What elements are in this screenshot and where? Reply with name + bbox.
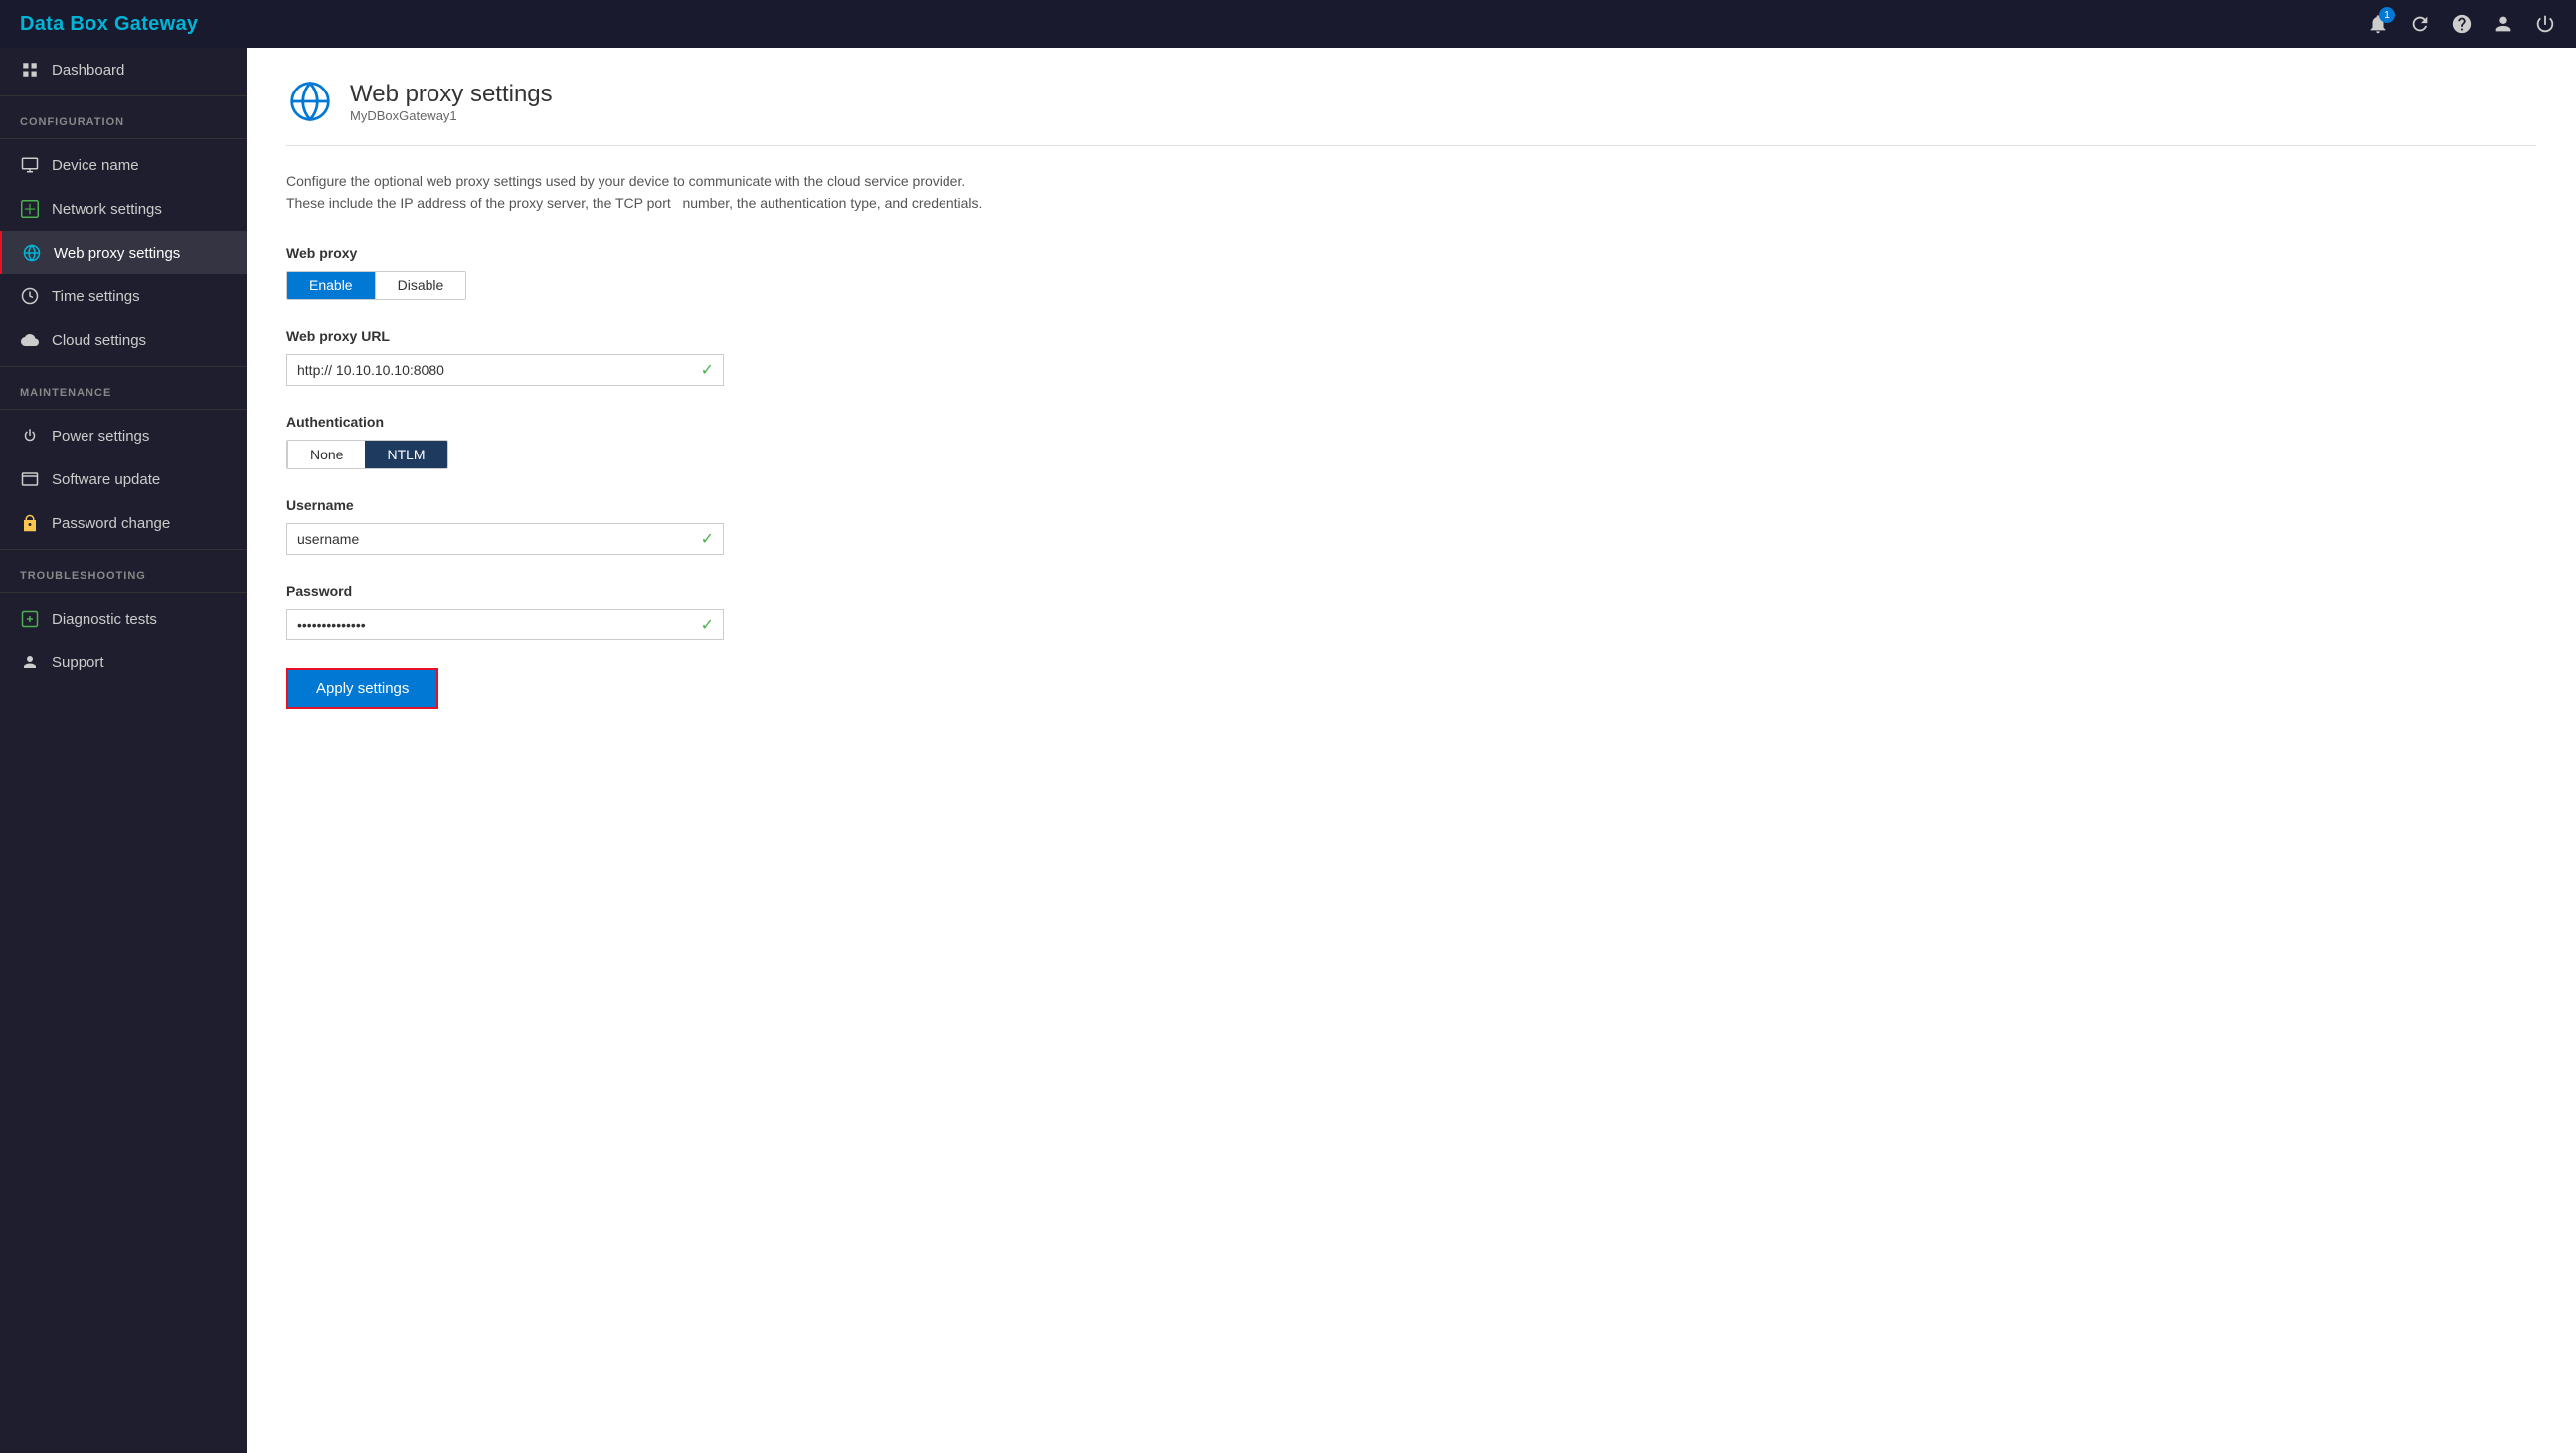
trouble-section-label: TROUBLESHOOTING xyxy=(0,554,247,588)
apply-section: Apply settings xyxy=(286,668,2536,709)
web-proxy-section: Web proxy Enable Disable xyxy=(286,245,2536,300)
content-area: Web proxy settings MyDBoxGateway1 Config… xyxy=(247,48,2576,1453)
sidebar-item-time-settings[interactable]: Time settings xyxy=(0,274,247,318)
sidebar-item-diagnostic-tests[interactable]: Diagnostic tests xyxy=(0,597,247,640)
authentication-section: Authentication None NTLM xyxy=(286,414,2536,469)
sidebar-item-password-change[interactable]: Password change xyxy=(0,501,247,545)
username-check-icon: ✓ xyxy=(701,529,714,549)
page-header-text: Web proxy settings MyDBoxGateway1 xyxy=(350,81,553,123)
maint-divider2 xyxy=(0,409,247,410)
password-input-wrapper: ✓ xyxy=(286,609,724,640)
app-title: Data Box Gateway xyxy=(20,13,198,36)
web-proxy-url-section: Web proxy URL ✓ xyxy=(286,328,2536,386)
password-check-icon: ✓ xyxy=(701,615,714,635)
authentication-toggle: None NTLM xyxy=(286,440,448,469)
dashboard-icon xyxy=(20,60,40,80)
trouble-divider2 xyxy=(0,592,247,593)
web-proxy-url-input-wrapper: ✓ xyxy=(286,354,724,386)
sidebar-item-cloud-settings[interactable]: Cloud settings xyxy=(0,318,247,362)
page-description: Configure the optional web proxy setting… xyxy=(286,170,1082,215)
username-input[interactable] xyxy=(286,523,724,555)
web-proxy-url-input[interactable] xyxy=(286,354,724,386)
support-icon xyxy=(20,652,40,672)
device-name-icon xyxy=(20,155,40,175)
topbar-icons: 1 xyxy=(2367,13,2556,35)
refresh-icon[interactable] xyxy=(2409,13,2431,35)
ntlm-button[interactable]: NTLM xyxy=(365,441,446,468)
config-divider2 xyxy=(0,138,247,139)
main-layout: Dashboard CONFIGURATION Device name Netw… xyxy=(0,48,2576,1453)
authentication-label: Authentication xyxy=(286,414,2536,430)
trouble-divider xyxy=(0,549,247,550)
time-icon xyxy=(20,286,40,306)
sidebar-item-support[interactable]: Support xyxy=(0,640,247,684)
sidebar-item-dashboard[interactable]: Dashboard xyxy=(0,48,247,91)
password-section: Password ✓ xyxy=(286,583,2536,640)
cloud-icon xyxy=(20,330,40,350)
sidebar-item-network-settings[interactable]: Network settings xyxy=(0,187,247,231)
page-icon xyxy=(286,78,334,125)
web-proxy-label: Web proxy xyxy=(286,245,2536,261)
network-icon xyxy=(20,199,40,219)
notification-icon[interactable]: 1 xyxy=(2367,13,2389,35)
web-proxy-icon xyxy=(22,243,42,263)
page-title: Web proxy settings xyxy=(350,81,553,108)
password-label: Password xyxy=(286,583,2536,599)
topbar: Data Box Gateway 1 xyxy=(0,0,2576,48)
maint-divider xyxy=(0,366,247,367)
power-icon[interactable] xyxy=(2534,13,2556,35)
username-input-wrapper: ✓ xyxy=(286,523,724,555)
password-input[interactable] xyxy=(286,609,724,640)
apply-settings-button[interactable]: Apply settings xyxy=(286,668,438,709)
page-header: Web proxy settings MyDBoxGateway1 xyxy=(286,78,2536,146)
sidebar-item-power-settings[interactable]: Power settings xyxy=(0,414,247,457)
sidebar: Dashboard CONFIGURATION Device name Netw… xyxy=(0,48,247,1453)
disable-button[interactable]: Disable xyxy=(375,272,466,299)
web-proxy-toggle: Enable Disable xyxy=(286,271,466,300)
password-icon xyxy=(20,513,40,533)
software-update-icon xyxy=(20,469,40,489)
sidebar-item-software-update[interactable]: Software update xyxy=(0,457,247,501)
url-check-icon: ✓ xyxy=(701,360,714,380)
config-section-label: CONFIGURATION xyxy=(0,100,247,134)
maint-section-label: MAINTENANCE xyxy=(0,371,247,405)
notification-badge: 1 xyxy=(2379,7,2395,23)
username-section: Username ✓ xyxy=(286,497,2536,555)
username-label: Username xyxy=(286,497,2536,513)
enable-button[interactable]: Enable xyxy=(287,272,375,299)
diagnostic-icon xyxy=(20,609,40,629)
sidebar-item-device-name[interactable]: Device name xyxy=(0,143,247,187)
help-icon[interactable] xyxy=(2451,13,2473,35)
web-proxy-url-label: Web proxy URL xyxy=(286,328,2536,344)
account-icon[interactable] xyxy=(2492,13,2514,35)
power-settings-icon xyxy=(20,426,40,446)
config-divider xyxy=(0,95,247,96)
page-subtitle: MyDBoxGateway1 xyxy=(350,108,553,123)
sidebar-item-web-proxy[interactable]: Web proxy settings xyxy=(0,231,247,274)
none-button[interactable]: None xyxy=(287,441,365,468)
